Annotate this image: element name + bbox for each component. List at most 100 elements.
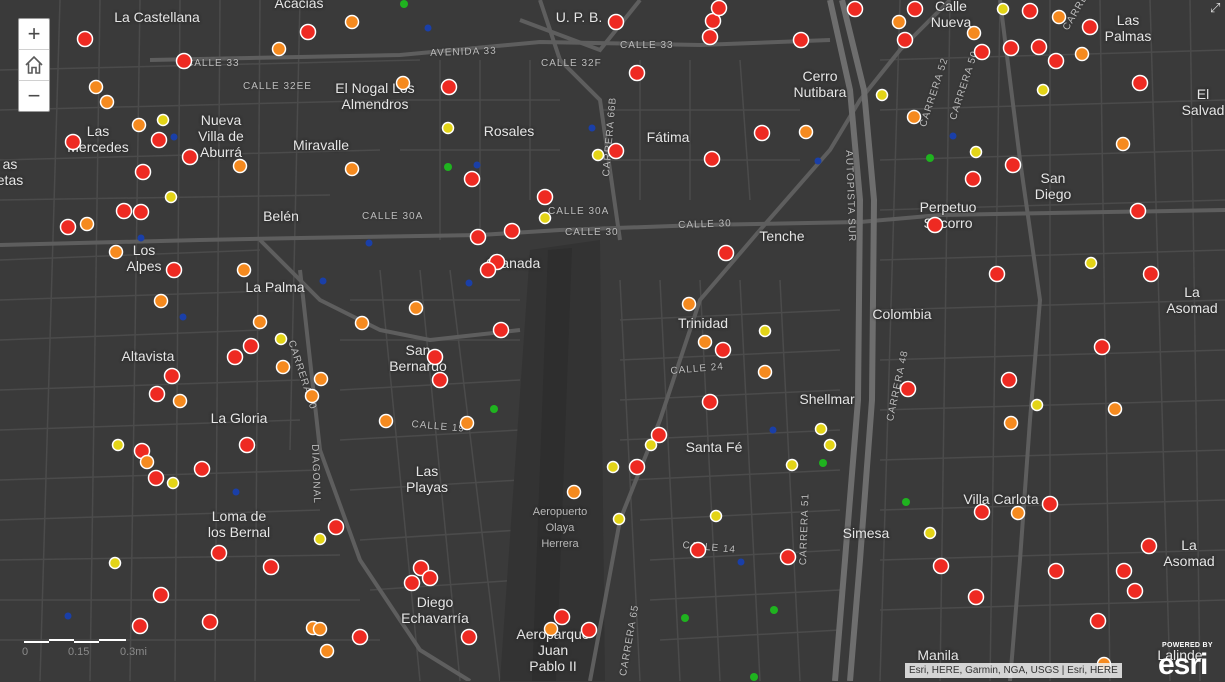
map-point-red[interactable]	[1000, 371, 1018, 389]
map-point-green[interactable]	[770, 606, 778, 614]
map-point-red[interactable]	[460, 628, 478, 646]
map-point-red[interactable]	[147, 469, 165, 487]
map-point-red[interactable]	[899, 380, 917, 398]
map-point-red[interactable]	[131, 617, 149, 635]
map-point-red[interactable]	[1131, 74, 1149, 92]
map-point-yellow[interactable]	[644, 438, 658, 452]
map-point-yellow[interactable]	[814, 422, 828, 436]
map-point-red[interactable]	[175, 52, 193, 70]
map-point-red[interactable]	[431, 371, 449, 389]
map-point-red[interactable]	[714, 341, 732, 359]
map-point-red[interactable]	[1081, 18, 1099, 36]
map-point-green[interactable]	[902, 498, 910, 506]
map-point-orange[interactable]	[153, 293, 169, 309]
attribution[interactable]: Esri, HERE, Garmin, NGA, USGS | Esri, HE…	[905, 663, 1122, 678]
map-point-red[interactable]	[163, 367, 181, 385]
map-point-red[interactable]	[201, 613, 219, 631]
map-point-yellow[interactable]	[108, 556, 122, 570]
map-point-red[interactable]	[1089, 612, 1107, 630]
map-point-red[interactable]	[1041, 495, 1059, 513]
map-point-green[interactable]	[444, 163, 452, 171]
map-point-orange[interactable]	[252, 314, 268, 330]
map-point-red[interactable]	[1142, 265, 1160, 283]
map-point-red[interactable]	[115, 202, 133, 220]
map-point-orange[interactable]	[275, 359, 291, 375]
map-point-yellow[interactable]	[758, 324, 772, 338]
map-point-red[interactable]	[351, 628, 369, 646]
map-point-orange[interactable]	[378, 413, 394, 429]
map-point-red[interactable]	[327, 518, 345, 536]
map-point-orange[interactable]	[543, 621, 559, 637]
map-point-orange[interactable]	[566, 484, 582, 500]
map-point-red[interactable]	[1126, 582, 1144, 600]
map-point-yellow[interactable]	[441, 121, 455, 135]
map-point-yellow[interactable]	[313, 532, 327, 546]
map-point-yellow[interactable]	[166, 476, 180, 490]
esri-logo[interactable]: POWERED BY esri	[1158, 642, 1220, 681]
map-point-red[interactable]	[967, 588, 985, 606]
map-point-yellow[interactable]	[969, 145, 983, 159]
map-point-red[interactable]	[988, 265, 1006, 283]
map-point-yellow[interactable]	[1084, 256, 1098, 270]
map-point-blue[interactable]	[814, 157, 822, 165]
map-point-orange[interactable]	[236, 262, 252, 278]
map-point-yellow[interactable]	[164, 190, 178, 204]
map-point-red[interactable]	[238, 436, 256, 454]
map-point-red[interactable]	[701, 393, 719, 411]
map-point-yellow[interactable]	[923, 526, 937, 540]
map-point-green[interactable]	[750, 673, 758, 681]
map-point-red[interactable]	[846, 0, 864, 18]
map-point-yellow[interactable]	[606, 460, 620, 474]
map-point-red[interactable]	[1030, 38, 1048, 56]
map-point-red[interactable]	[701, 28, 719, 46]
map-point-orange[interactable]	[1115, 136, 1131, 152]
map-point-yellow[interactable]	[274, 332, 288, 346]
map-point-blue[interactable]	[64, 612, 72, 620]
zoom-out-button[interactable]: −	[19, 81, 49, 111]
map-point-orange[interactable]	[131, 117, 147, 133]
map-point-red[interactable]	[607, 142, 625, 160]
map-point-orange[interactable]	[313, 371, 329, 387]
map-point-red[interactable]	[1129, 202, 1147, 220]
map-point-yellow[interactable]	[1036, 83, 1050, 97]
map-point-red[interactable]	[973, 503, 991, 521]
map-point-orange[interactable]	[88, 79, 104, 95]
map-point-blue[interactable]	[949, 132, 957, 140]
map-point-red[interactable]	[1115, 562, 1133, 580]
map-point-red[interactable]	[1002, 39, 1020, 57]
map-point-red[interactable]	[165, 261, 183, 279]
map-point-blue[interactable]	[737, 558, 745, 566]
map-point-blue[interactable]	[465, 279, 473, 287]
map-point-orange[interactable]	[172, 393, 188, 409]
map-point-red[interactable]	[503, 222, 521, 240]
map-point-red[interactable]	[403, 574, 421, 592]
map-point-green[interactable]	[819, 459, 827, 467]
map-point-red[interactable]	[1093, 338, 1111, 356]
map-point-blue[interactable]	[769, 426, 777, 434]
map-point-red[interactable]	[792, 31, 810, 49]
map-point-red[interactable]	[717, 244, 735, 262]
map-point-orange[interactable]	[1051, 9, 1067, 25]
map-point-red[interactable]	[689, 541, 707, 559]
map-point-red[interactable]	[1004, 156, 1022, 174]
map-point-orange[interactable]	[139, 454, 155, 470]
map-point-yellow[interactable]	[996, 2, 1010, 16]
map-point-blue[interactable]	[319, 277, 327, 285]
map-point-orange[interactable]	[1107, 401, 1123, 417]
expand-icon[interactable]: ⤢	[1210, 1, 1224, 15]
map-point-red[interactable]	[580, 621, 598, 639]
map-point-orange[interactable]	[108, 244, 124, 260]
map-point-red[interactable]	[896, 31, 914, 49]
map-point-yellow[interactable]	[785, 458, 799, 472]
map-point-yellow[interactable]	[111, 438, 125, 452]
map-point-red[interactable]	[536, 188, 554, 206]
map-point-blue[interactable]	[179, 313, 187, 321]
map-point-blue[interactable]	[588, 124, 596, 132]
map-point-red[interactable]	[479, 261, 497, 279]
map-point-red[interactable]	[553, 608, 571, 626]
map-point-orange[interactable]	[354, 315, 370, 331]
map-point-blue[interactable]	[170, 133, 178, 141]
map-point-green[interactable]	[490, 405, 498, 413]
map-point-orange[interactable]	[304, 388, 320, 404]
map-point-orange[interactable]	[1003, 415, 1019, 431]
